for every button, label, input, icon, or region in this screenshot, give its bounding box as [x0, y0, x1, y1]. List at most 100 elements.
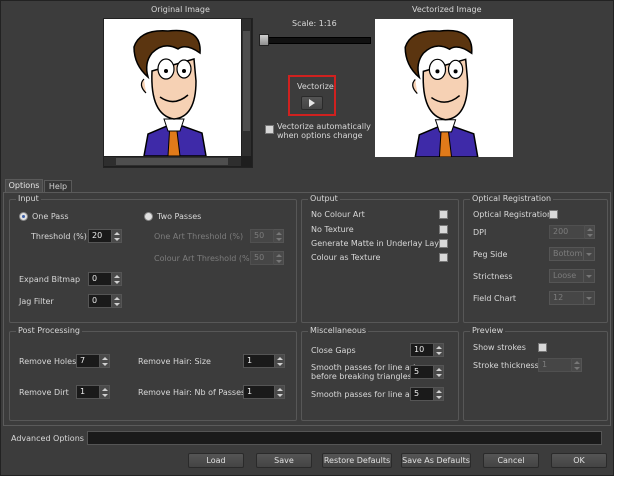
- chevron-down-icon[interactable]: [583, 270, 594, 282]
- field-chart-value: 12: [553, 293, 564, 302]
- save-button[interactable]: Save: [256, 453, 312, 468]
- chevron-down-icon[interactable]: [583, 248, 594, 260]
- remove-hair-size-value[interactable]: 1: [243, 354, 275, 368]
- dpi-value[interactable]: 200: [549, 225, 585, 239]
- generate-matte-label: Generate Matte in Underlay Layer: [311, 239, 448, 248]
- smooth-before-value[interactable]: 5: [410, 365, 434, 379]
- spin-arrows-icon[interactable]: [585, 225, 595, 239]
- spin-arrows-icon[interactable]: [100, 354, 110, 368]
- cancel-button[interactable]: Cancel: [483, 453, 539, 468]
- optical-registration-group-title: Optical Registration: [470, 194, 554, 203]
- save-as-defaults-button[interactable]: Save As Defaults: [401, 453, 471, 468]
- play-icon: [309, 99, 315, 107]
- remove-dirt-value[interactable]: 1: [76, 385, 100, 399]
- optical-registration-checkbox[interactable]: [549, 210, 558, 219]
- smooth-before-spinbox[interactable]: 5: [410, 365, 444, 379]
- scale-slider[interactable]: [259, 37, 371, 44]
- close-gaps-spinbox[interactable]: 10: [410, 343, 444, 357]
- stroke-thickness-spinbox[interactable]: 1: [538, 358, 582, 372]
- no-colour-art-checkbox[interactable]: [439, 210, 448, 219]
- spin-arrows-icon[interactable]: [274, 251, 284, 265]
- spin-arrows-icon[interactable]: [434, 365, 444, 379]
- scale-slider-handle[interactable]: [259, 34, 269, 46]
- smooth-line-value[interactable]: 5: [410, 387, 434, 401]
- jag-filter-label: Jag Filter: [19, 297, 54, 306]
- one-art-threshold-value[interactable]: 50: [250, 229, 274, 243]
- one-art-threshold-spinbox[interactable]: 50: [250, 229, 284, 243]
- preview-group-title: Preview: [470, 326, 506, 335]
- vectorize-label: Vectorize: [297, 82, 334, 91]
- post-processing-group-title: Post Processing: [16, 326, 82, 335]
- field-chart-dropdown[interactable]: 12: [549, 291, 595, 305]
- scrollbar-thumb[interactable]: [116, 158, 228, 165]
- scrollbar-thumb[interactable]: [243, 31, 250, 131]
- spin-arrows-icon[interactable]: [434, 343, 444, 357]
- show-strokes-checkbox[interactable]: [538, 343, 547, 352]
- two-passes-radio[interactable]: [144, 212, 153, 221]
- jag-filter-spinbox[interactable]: 0: [88, 294, 122, 308]
- remove-dirt-spinbox[interactable]: 1: [76, 385, 110, 399]
- advanced-options-input[interactable]: [87, 431, 602, 445]
- threshold-label: Threshold (%): [31, 232, 87, 241]
- close-gaps-value[interactable]: 10: [410, 343, 434, 357]
- auto-vectorize-label: Vectorize automatically when options cha…: [277, 122, 371, 140]
- close-gaps-label: Close Gaps: [311, 346, 356, 355]
- colour-art-threshold-spinbox[interactable]: 50: [250, 251, 284, 265]
- vertical-scrollbar[interactable]: [242, 19, 251, 156]
- field-chart-label: Field Chart: [473, 294, 516, 303]
- threshold-value[interactable]: 20: [88, 229, 112, 243]
- remove-holes-label: Remove Holes: [19, 357, 77, 366]
- cartoon-character-icon: [133, 29, 207, 157]
- remove-holes-value[interactable]: 7: [76, 354, 100, 368]
- tab-options[interactable]: Options: [5, 179, 43, 192]
- one-pass-radio[interactable]: [19, 212, 28, 221]
- spin-arrows-icon[interactable]: [112, 272, 122, 286]
- stroke-thickness-label: Stroke thickness: [473, 361, 539, 370]
- spin-arrows-icon[interactable]: [275, 354, 285, 368]
- strictness-dropdown[interactable]: Loose: [549, 269, 595, 283]
- restore-defaults-button[interactable]: Restore Defaults: [322, 453, 392, 468]
- remove-holes-spinbox[interactable]: 7: [76, 354, 110, 368]
- spin-arrows-icon[interactable]: [434, 387, 444, 401]
- remove-hair-passes-value[interactable]: 1: [243, 385, 275, 399]
- no-texture-label: No Texture: [311, 225, 354, 234]
- peg-side-dropdown[interactable]: Bottom: [549, 247, 595, 261]
- no-texture-checkbox[interactable]: [439, 225, 448, 234]
- remove-dirt-label: Remove Dirt: [19, 388, 69, 397]
- two-passes-label: Two Passes: [157, 212, 202, 221]
- threshold-spinbox[interactable]: 20: [88, 229, 122, 243]
- smooth-line-label: Smooth passes for line art: [311, 390, 417, 399]
- peg-side-value: Bottom: [553, 249, 583, 258]
- colour-as-texture-checkbox[interactable]: [439, 253, 448, 262]
- colour-art-threshold-value[interactable]: 50: [250, 251, 274, 265]
- spin-arrows-icon[interactable]: [112, 229, 122, 243]
- chevron-down-icon[interactable]: [583, 292, 594, 304]
- spin-arrows-icon[interactable]: [100, 385, 110, 399]
- horizontal-scrollbar[interactable]: [104, 157, 241, 166]
- vectorized-image-panel[interactable]: [375, 19, 513, 158]
- stroke-thickness-value[interactable]: 1: [538, 358, 572, 372]
- vectorize-button[interactable]: [301, 96, 323, 110]
- remove-hair-passes-label: Remove Hair: Nb of Passes: [138, 388, 246, 397]
- generate-matte-checkbox[interactable]: [439, 239, 448, 248]
- ok-button[interactable]: OK: [551, 453, 607, 468]
- spin-arrows-icon[interactable]: [572, 358, 582, 372]
- auto-vectorize-checkbox[interactable]: [265, 125, 274, 134]
- remove-hair-size-spinbox[interactable]: 1: [243, 354, 285, 368]
- original-image-panel[interactable]: [103, 18, 253, 168]
- original-image-title: Original Image: [151, 5, 210, 14]
- one-pass-label: One Pass: [32, 212, 69, 221]
- load-button[interactable]: Load: [188, 453, 244, 468]
- spin-arrows-icon[interactable]: [112, 294, 122, 308]
- colour-as-texture-label: Colour as Texture: [311, 253, 381, 262]
- remove-hair-passes-spinbox[interactable]: 1: [243, 385, 285, 399]
- one-art-threshold-label: One Art Threshold (%): [154, 232, 244, 241]
- spin-arrows-icon[interactable]: [275, 385, 285, 399]
- spin-arrows-icon[interactable]: [274, 229, 284, 243]
- vectorized-image-title: Vectorized Image: [412, 5, 482, 14]
- jag-filter-value[interactable]: 0: [88, 294, 112, 308]
- expand-bitmap-value[interactable]: 0: [88, 272, 112, 286]
- expand-bitmap-spinbox[interactable]: 0: [88, 272, 122, 286]
- smooth-line-spinbox[interactable]: 5: [410, 387, 444, 401]
- dpi-spinbox[interactable]: 200: [549, 225, 595, 239]
